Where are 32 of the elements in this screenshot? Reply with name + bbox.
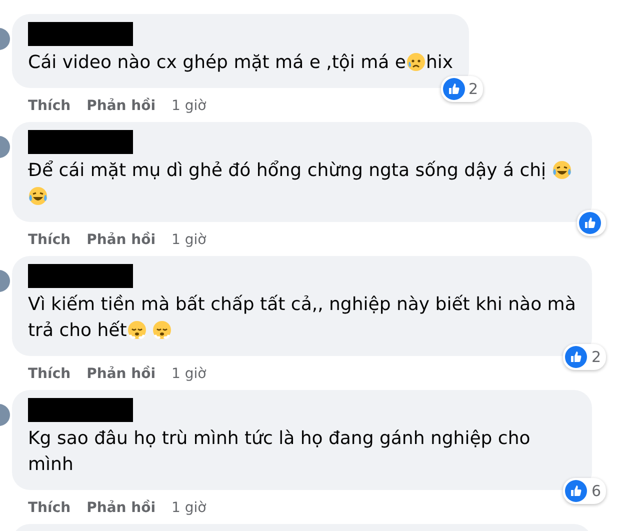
timestamp: 1 giờ xyxy=(172,232,206,248)
huffing-face-icon xyxy=(126,320,147,340)
like-link[interactable]: Thích xyxy=(28,500,71,516)
reaction-badge[interactable]: 2 xyxy=(563,344,606,370)
comment-text: Kg sao đâu họ trù mình tức là họ đang gánh nghiệp cho mình xyxy=(28,427,532,477)
timestamp: 1 giờ xyxy=(172,500,206,516)
timestamp: 1 giờ xyxy=(172,366,206,382)
reaction-count: 6 xyxy=(591,482,601,500)
like-link[interactable]: Thích xyxy=(28,98,71,114)
comment-text: Vì kiếm tiền mà bất chấp tất cả,, nghiệp này biết khi nào mà trả cho hết xyxy=(28,293,576,343)
thumbs-up-icon xyxy=(565,346,588,368)
laughing-face-icon xyxy=(28,186,48,206)
timestamp: 1 giờ xyxy=(172,98,206,114)
reply-link[interactable]: Phản hồi xyxy=(86,366,156,382)
thumbs-up-icon xyxy=(442,78,465,100)
thumbs-up-icon xyxy=(565,480,588,502)
reaction-badge[interactable] xyxy=(577,210,606,236)
thumbs-up-icon xyxy=(579,212,601,234)
reply-link[interactable]: Phản hồi xyxy=(86,98,156,114)
comment-text: Cái video nào cx ghép mặt má e ,tội má e hix xyxy=(28,51,454,75)
huffing-face-icon xyxy=(152,320,172,340)
reaction-badge[interactable]: 2 xyxy=(440,76,484,102)
like-link[interactable]: Thích xyxy=(28,366,71,382)
laughing-face-icon xyxy=(552,160,572,180)
sad-face-icon xyxy=(406,52,426,72)
reaction-count: 2 xyxy=(591,348,601,366)
comment-text: Để cái mặt mụ dì ghẻ đó hổng chừng ngta sống dậy á chị xyxy=(28,158,576,210)
reaction-count: 2 xyxy=(468,80,478,98)
like-link[interactable]: Thích xyxy=(28,232,71,248)
reaction-badge[interactable]: 6 xyxy=(563,478,606,504)
reply-link[interactable]: Phản hồi xyxy=(86,232,156,248)
reply-link[interactable]: Phản hồi xyxy=(86,500,156,516)
